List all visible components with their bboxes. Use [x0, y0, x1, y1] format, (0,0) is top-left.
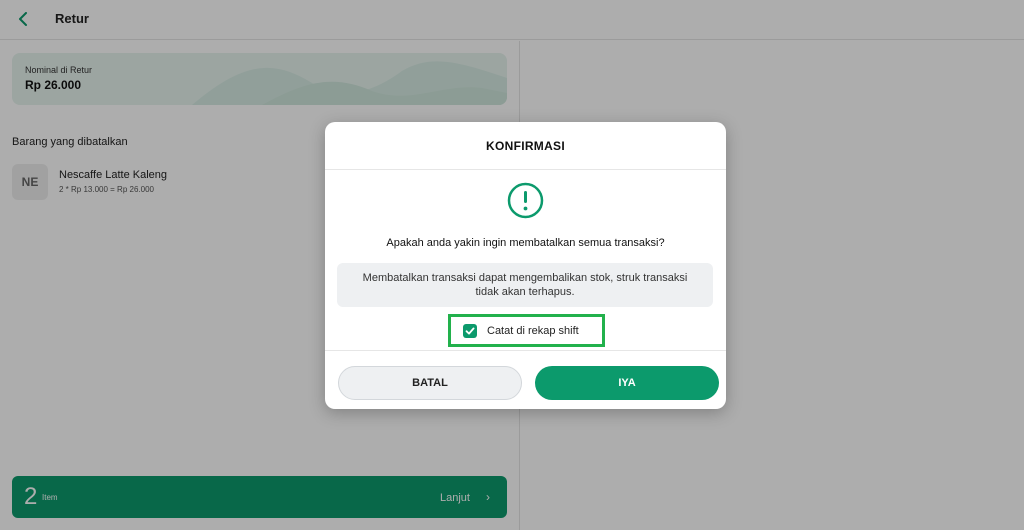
dialog-title: KONFIRMASI: [486, 138, 565, 153]
checkbox-label: Catat di rekap shift: [487, 324, 579, 337]
dialog-question: Apakah anda yakin ingin membatalkan semu…: [386, 237, 665, 249]
confirm-button[interactable]: IYA: [535, 366, 719, 400]
exclamation-circle-icon: [507, 182, 544, 219]
check-icon: [465, 327, 475, 334]
checkbox-checked[interactable]: [463, 323, 477, 338]
info-box: Membatalkan transaksi dapat mengembalika…: [337, 263, 713, 307]
info-text: Membatalkan transaksi dapat mengembalika…: [362, 272, 688, 298]
rekap-shift-checkbox-row[interactable]: Catat di rekap shift: [448, 314, 605, 347]
divider: [325, 350, 726, 351]
cancel-button[interactable]: BATAL: [338, 366, 522, 400]
confirm-dialog: KONFIRMASI Apakah anda yakin ingin memba…: [325, 122, 726, 409]
dialog-header: KONFIRMASI: [325, 122, 726, 170]
